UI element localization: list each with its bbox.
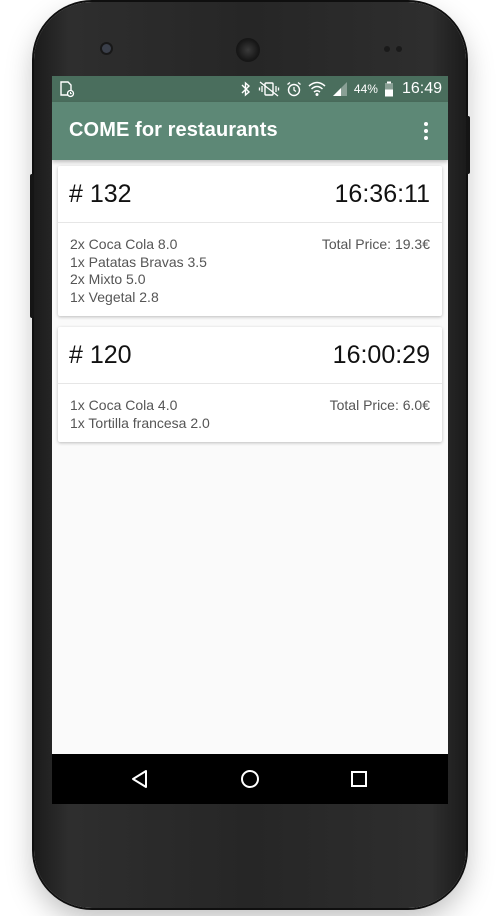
proximity-sensor bbox=[384, 46, 390, 52]
overflow-menu-icon[interactable] bbox=[414, 116, 438, 146]
power-button bbox=[466, 116, 470, 174]
order-total: Total Price: 6.0€ bbox=[329, 397, 430, 413]
app-bar: COME for restaurants bbox=[52, 102, 448, 160]
order-item: 1x Patatas Bravas 3.5 bbox=[70, 253, 207, 270]
order-card-header: # 120 16:00:29 bbox=[58, 327, 442, 384]
cell-signal-icon bbox=[332, 82, 347, 96]
navigation-bar bbox=[52, 754, 448, 804]
order-card[interactable]: # 132 16:36:11 2x Coca Cola 8.0 1x Patat… bbox=[58, 166, 442, 316]
sim-card-icon bbox=[60, 81, 75, 98]
volume-button bbox=[30, 174, 34, 318]
status-bar: 44% 16:49 bbox=[52, 76, 448, 102]
battery-percent: 44% bbox=[353, 82, 378, 96]
bluetooth-icon bbox=[241, 81, 250, 97]
order-item: 2x Mixto 5.0 bbox=[70, 271, 146, 287]
order-time: 16:36:11 bbox=[334, 180, 430, 208]
order-card-body: 1x Coca Cola 4.0 1x Tortilla francesa 2.… bbox=[58, 384, 442, 442]
light-sensor bbox=[396, 46, 402, 52]
status-clock: 16:49 bbox=[401, 80, 442, 97]
wifi-icon bbox=[308, 81, 326, 96]
order-item: 1x Tortilla francesa 2.0 bbox=[70, 414, 210, 431]
order-time: 16:00:29 bbox=[332, 341, 430, 369]
recents-icon[interactable] bbox=[347, 767, 371, 791]
order-item: 1x Vegetal 2.8 bbox=[70, 288, 159, 305]
order-card[interactable]: # 120 16:00:29 1x Coca Cola 4.0 1x Torti… bbox=[58, 327, 442, 442]
order-number: # 132 bbox=[69, 180, 132, 208]
order-card-header: # 132 16:36:11 bbox=[58, 166, 442, 223]
app-title: COME for restaurants bbox=[69, 119, 278, 141]
vibrate-icon bbox=[258, 81, 280, 97]
order-total: Total Price: 19.3€ bbox=[321, 236, 430, 252]
status-icons: 44% 16:49 bbox=[240, 76, 442, 102]
order-card-body: 2x Coca Cola 8.0 1x Patatas Bravas 3.5 2… bbox=[58, 223, 442, 316]
battery-icon bbox=[384, 81, 393, 97]
alarm-icon bbox=[286, 81, 301, 97]
earpiece-speaker bbox=[236, 38, 260, 62]
home-icon[interactable] bbox=[238, 767, 262, 791]
front-camera bbox=[102, 44, 111, 53]
back-icon[interactable] bbox=[128, 767, 152, 791]
screen: 44% 16:49 COME for restaurants # 132 16:… bbox=[52, 76, 448, 804]
order-number: # 120 bbox=[69, 341, 132, 369]
